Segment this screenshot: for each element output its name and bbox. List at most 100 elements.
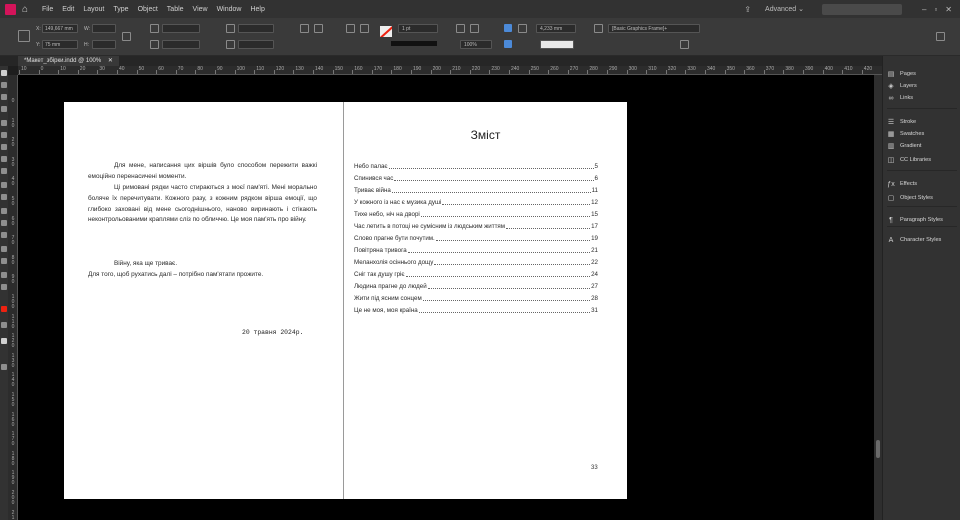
toc-entry-page: 11: [591, 187, 598, 194]
menu-type[interactable]: Type: [113, 6, 128, 13]
home-icon[interactable]: ⌂: [22, 4, 32, 15]
menu-file[interactable]: File: [42, 6, 53, 13]
hand-tool-icon[interactable]: [1, 272, 7, 278]
eyedropper-tool-icon[interactable]: [1, 258, 7, 264]
normal-mode-icon[interactable]: [1, 338, 7, 344]
fill-none-icon[interactable]: [380, 26, 392, 37]
ruler-tick: [567, 70, 569, 74]
rotate-icon[interactable]: [226, 24, 235, 33]
constrain-proportions-icon[interactable]: [122, 32, 131, 41]
panel-effects[interactable]: ƒx Effects: [887, 178, 917, 190]
ruler-tick: [626, 70, 628, 74]
rotate-field[interactable]: [238, 24, 274, 33]
reference-point-icon[interactable]: [18, 30, 30, 42]
direct-selection-tool-icon[interactable]: [1, 82, 7, 88]
panel-stroke[interactable]: ☰ Stroke: [887, 116, 916, 128]
select-content-icon[interactable]: [360, 24, 369, 33]
menu-window[interactable]: Window: [217, 6, 242, 13]
scissors-tool-icon[interactable]: [1, 208, 7, 214]
w-field[interactable]: [92, 24, 116, 33]
flip-icon[interactable]: [300, 24, 309, 33]
document-tab[interactable]: *Макет_збірки.indd @ 100% ✕: [18, 56, 119, 66]
ruler-tick: [371, 70, 373, 74]
x-field[interactable]: 149,667 mm: [42, 24, 78, 33]
dimension-field[interactable]: 4,233 mm: [536, 24, 576, 33]
close-button[interactable]: ✕: [945, 5, 952, 14]
right-page[interactable]: Зміст Небо палає 5 Спинився час 6 Триває вій…: [344, 102, 627, 499]
stroke-type-select[interactable]: [391, 41, 437, 46]
quick-apply-icon[interactable]: [680, 40, 689, 49]
rectangle-frame-tool-icon[interactable]: [1, 182, 7, 188]
ruler-label: 390: [805, 66, 814, 72]
frame-fitting-icon[interactable]: [456, 24, 465, 33]
pencil-tool-icon[interactable]: [1, 168, 7, 174]
scrollbar-thumb[interactable]: [876, 440, 880, 458]
pen-tool-icon[interactable]: [1, 156, 7, 162]
y-field[interactable]: 75 mm: [42, 40, 78, 49]
menu-layout[interactable]: Layout: [83, 6, 104, 13]
left-page[interactable]: Для мене, написання цих віршів було спос…: [64, 102, 343, 499]
panel-character-styles[interactable]: A Character Styles: [887, 234, 942, 246]
shear-field[interactable]: [238, 40, 274, 49]
stroke-weight-field[interactable]: 1 pt: [398, 24, 438, 33]
panel-layers[interactable]: ◈ Layers: [887, 80, 917, 92]
menu-edit[interactable]: Edit: [62, 6, 74, 13]
rectangle-tool-icon[interactable]: [1, 194, 7, 200]
vertical-scrollbar[interactable]: [874, 75, 882, 520]
menu-help[interactable]: Help: [250, 6, 264, 13]
minimize-button[interactable]: –: [922, 5, 926, 14]
scale-x-field[interactable]: [162, 24, 200, 33]
toc-entry-title: Час летить в потоці не сумісним із людсь…: [354, 223, 506, 230]
shear-icon[interactable]: [226, 40, 235, 49]
note-tool-icon[interactable]: [1, 246, 7, 252]
auto-fit-icon[interactable]: [518, 24, 527, 33]
share-icon[interactable]: ⇪: [744, 5, 751, 14]
gradient-swatch-tool-icon[interactable]: [1, 232, 7, 238]
object-style-select[interactable]: [Basic Graphics Frame]+: [608, 24, 700, 33]
ruler-tick: [724, 70, 726, 74]
pasteboard[interactable]: Для мене, написання цих віршів було спос…: [18, 75, 882, 520]
type-tool-icon[interactable]: [1, 132, 7, 138]
align-icon[interactable]: [504, 24, 512, 32]
panel-swatches[interactable]: ▦ Swatches: [887, 128, 925, 140]
content-collector-icon[interactable]: [1, 120, 7, 126]
menu-object[interactable]: Object: [138, 6, 158, 13]
menu-table[interactable]: Table: [167, 6, 184, 13]
close-tab-icon[interactable]: ✕: [108, 58, 113, 64]
select-container-icon[interactable]: [346, 24, 355, 33]
effects-swatch[interactable]: [540, 40, 574, 49]
search-input[interactable]: [822, 3, 902, 15]
panel-cc-libraries[interactable]: ◫ CC Libraries: [887, 154, 931, 166]
scale-y-field[interactable]: [162, 40, 200, 49]
scale-x-icon[interactable]: [150, 24, 159, 33]
opacity-field[interactable]: 100%: [460, 40, 492, 49]
panel-menu-icon[interactable]: [936, 32, 945, 41]
panel-pages[interactable]: ▤ Pages: [887, 68, 916, 80]
scale-y-icon[interactable]: [150, 40, 159, 49]
panel-paragraph-styles[interactable]: ¶ Paragraph Styles: [887, 214, 943, 226]
panel-links[interactable]: ∞ Links: [887, 92, 914, 104]
rotate-90-icon[interactable]: [314, 24, 323, 33]
fit-content-icon[interactable]: [470, 24, 479, 33]
panel-gradient[interactable]: ▥ Gradient: [887, 140, 922, 152]
line-tool-icon[interactable]: [1, 144, 7, 150]
frame-style-icon[interactable]: [594, 24, 603, 33]
workspace-switcher[interactable]: Advanced ⌄: [765, 5, 804, 13]
selection-tool-icon[interactable]: [1, 70, 7, 76]
page-tool-icon[interactable]: [1, 94, 7, 100]
free-transform-tool-icon[interactable]: [1, 220, 7, 226]
y-label: Y:: [36, 42, 41, 48]
ruler-tick: [97, 70, 99, 74]
format-container-icon[interactable]: [1, 322, 7, 328]
fill-stroke-icon[interactable]: [1, 306, 7, 312]
distribute-icon[interactable]: [504, 40, 512, 48]
zoom-tool-icon[interactable]: [1, 284, 7, 290]
ruler-label: 200: [432, 66, 441, 72]
maximize-button[interactable]: ▫: [934, 5, 937, 14]
menu-view[interactable]: View: [193, 6, 208, 13]
panel-object-styles[interactable]: ▢ Object Styles: [887, 192, 933, 204]
screen-mode-icon[interactable]: [1, 364, 7, 370]
gap-tool-icon[interactable]: [1, 106, 7, 112]
h-field[interactable]: [92, 40, 116, 49]
ruler-label: 190: [413, 66, 422, 72]
